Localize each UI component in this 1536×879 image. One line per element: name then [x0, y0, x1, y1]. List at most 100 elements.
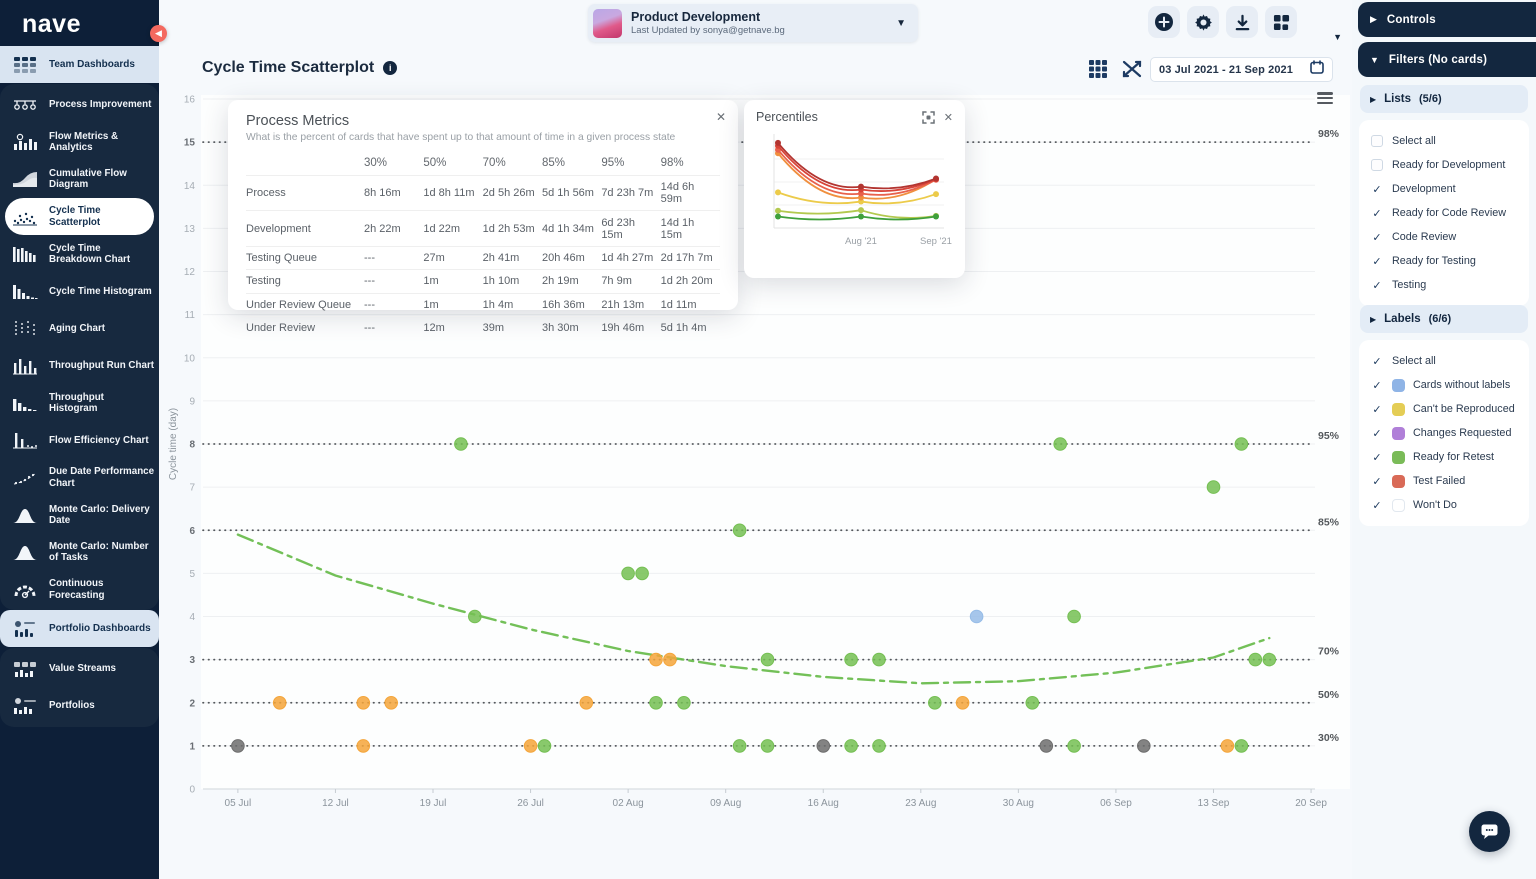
scatter-point[interactable] — [872, 652, 886, 667]
checkbox-unchecked[interactable] — [1371, 135, 1383, 147]
checkbox-checked-icon[interactable]: ✓ — [1370, 355, 1384, 368]
sidebar-item-value-streams[interactable]: Value Streams — [0, 650, 159, 687]
sidebar-item-process-improvement[interactable]: Process Improvement — [0, 86, 159, 123]
checkbox-checked-icon[interactable]: ✓ — [1370, 475, 1384, 488]
filter-option-select-all[interactable]: ✓ Select all — [1370, 349, 1518, 373]
checkbox-checked-icon[interactable]: ✓ — [1370, 427, 1384, 440]
close-icon[interactable]: ✕ — [944, 111, 953, 124]
scatter-point[interactable] — [760, 652, 775, 667]
chart-menu-icon[interactable] — [1317, 90, 1333, 106]
sidebar-item-continuous-forecasting[interactable]: Continuous Forecasting — [0, 571, 159, 608]
sidebar-item-flow-metrics-analytics[interactable]: Flow Metrics & Analytics — [0, 123, 159, 160]
sidebar-item-aging-chart[interactable]: Aging Chart — [0, 310, 159, 347]
scatter-point[interactable] — [1039, 739, 1054, 753]
sidebar-item-monte-carlo-number-of-tasks[interactable]: Monte Carlo: Number of Tasks — [0, 534, 159, 571]
scatter-point[interactable] — [1248, 652, 1263, 667]
scatter-point[interactable] — [1206, 480, 1221, 494]
scatter-point[interactable] — [663, 652, 677, 667]
scatter-point[interactable] — [649, 652, 663, 667]
scatter-point[interactable] — [732, 523, 747, 538]
scatter-point[interactable] — [1220, 739, 1235, 753]
scatter-point[interactable] — [1234, 739, 1249, 753]
filter-option-testing[interactable]: ✓ Testing — [1370, 273, 1518, 297]
filter-option-development[interactable]: ✓ Development — [1370, 177, 1518, 201]
sidebar-section-portfolio-dashboards[interactable]: Portfolio Dashboards — [0, 610, 159, 647]
checkbox-checked-icon[interactable]: ✓ — [1370, 255, 1384, 268]
expand-icon[interactable] — [922, 110, 935, 124]
scatter-point[interactable] — [844, 739, 858, 753]
scatter-point[interactable] — [1262, 652, 1277, 667]
filter-option-won-t-do[interactable]: ✓ Won't Do — [1370, 493, 1518, 517]
date-range-picker[interactable]: 03 Jul 2021 - 21 Sep 2021 — [1150, 57, 1333, 82]
scatter-point[interactable] — [1234, 437, 1249, 451]
scatter-point[interactable] — [231, 739, 245, 753]
filter-option-select-all[interactable]: Select all — [1370, 129, 1518, 153]
scatter-point[interactable] — [523, 739, 538, 753]
sidebar-item-flow-efficiency-chart[interactable]: Flow Efficiency Chart — [0, 422, 159, 459]
scatter-point[interactable] — [732, 739, 747, 753]
checkbox-checked-icon[interactable]: ✓ — [1370, 379, 1384, 392]
scatter-point[interactable] — [272, 696, 287, 710]
sidebar-item-monte-carlo-delivery-date[interactable]: Monte Carlo: Delivery Date — [0, 496, 159, 533]
download-button[interactable] — [1226, 6, 1258, 38]
user-avatar[interactable]: ▼ — [1304, 7, 1342, 42]
filters-panel-toggle[interactable]: ▼ Filters (No cards) — [1358, 42, 1536, 77]
sidebar-item-cycle-time-breakdown-chart[interactable]: Cycle Time Breakdown Chart — [0, 235, 159, 272]
sidebar-item-cycle-time-histogram[interactable]: Cycle Time Histogram — [0, 272, 159, 309]
scatter-point[interactable] — [621, 566, 635, 581]
settings-gear-button[interactable] — [1187, 6, 1219, 38]
scatter-point[interactable] — [1137, 739, 1151, 753]
filter-option-cards-without-labels[interactable]: ✓ Cards without labels — [1370, 373, 1518, 397]
scatter-point[interactable] — [454, 437, 468, 451]
sidebar-item-due-date-performance-chart[interactable]: Due Date Performance Chart — [0, 459, 159, 496]
scatter-point[interactable] — [955, 696, 970, 710]
controls-panel-toggle[interactable]: ▶ Controls — [1358, 2, 1536, 37]
scatter-point[interactable] — [537, 739, 552, 753]
scatter-point[interactable] — [649, 696, 663, 710]
scatter-point[interactable] — [872, 739, 886, 753]
lists-section-toggle[interactable]: ▶ Lists (5/6) — [1360, 85, 1528, 113]
scatter-point[interactable] — [356, 696, 371, 710]
sidebar-item-throughput-histogram[interactable]: Throughput Histogram — [0, 384, 159, 421]
info-icon[interactable]: i — [383, 61, 398, 75]
labels-section-toggle[interactable]: ▶ Labels (6/6) — [1360, 305, 1528, 333]
scatter-point[interactable] — [635, 566, 649, 581]
sidebar-item-throughput-run-chart[interactable]: Throughput Run Chart — [0, 347, 159, 384]
scatter-point[interactable] — [844, 652, 858, 667]
scatter-point[interactable] — [816, 739, 831, 753]
apps-grid-button[interactable] — [1265, 6, 1297, 38]
filter-option-code-review[interactable]: ✓ Code Review — [1370, 225, 1518, 249]
sidebar-collapse-button[interactable]: ◀ — [150, 25, 167, 42]
scatter-point[interactable] — [760, 739, 775, 753]
checkbox-unchecked[interactable] — [1371, 159, 1383, 171]
sidebar-section-team-dashboards[interactable]: Team Dashboards — [0, 46, 159, 83]
checkbox-checked-icon[interactable]: ✓ — [1370, 279, 1384, 292]
sidebar-item-portfolios[interactable]: Portfolios — [0, 687, 159, 724]
scatter-point[interactable] — [677, 696, 691, 710]
checkbox-checked-icon[interactable]: ✓ — [1370, 231, 1384, 244]
scatter-point[interactable] — [1025, 696, 1040, 710]
board-selector[interactable]: Product Development Last Updated by sony… — [588, 4, 918, 42]
scatter-point[interactable] — [384, 696, 398, 710]
scatter-point[interactable] — [1067, 609, 1081, 624]
filter-option-can-t-be-reproduced[interactable]: ✓ Can't be Reproduced — [1370, 397, 1518, 421]
scatter-point[interactable] — [928, 696, 942, 710]
filter-option-changes-requested[interactable]: ✓ Changes Requested — [1370, 421, 1518, 445]
sidebar-item-cumulative-flow-diagram[interactable]: Cumulative Flow Diagram — [0, 161, 159, 198]
checkbox-checked-icon[interactable]: ✓ — [1370, 183, 1384, 196]
filter-option-test-failed[interactable]: ✓ Test Failed — [1370, 469, 1518, 493]
filter-option-ready-for-testing[interactable]: ✓ Ready for Testing — [1370, 249, 1518, 273]
chat-button[interactable] — [1469, 811, 1510, 852]
checkbox-checked-icon[interactable]: ✓ — [1370, 403, 1384, 416]
checkbox-checked-icon[interactable]: ✓ — [1370, 451, 1384, 464]
scatter-point[interactable] — [1067, 739, 1081, 753]
filter-option-ready-for-code-review[interactable]: ✓ Ready for Code Review — [1370, 201, 1518, 225]
checkbox-checked-icon[interactable]: ✓ — [1370, 207, 1384, 220]
close-icon[interactable]: ✕ — [716, 110, 726, 124]
add-button[interactable] — [1148, 6, 1180, 38]
filter-option-ready-for-retest[interactable]: ✓ Ready for Retest — [1370, 445, 1518, 469]
scatter-view-icon[interactable] — [1121, 58, 1143, 80]
table-view-icon[interactable] — [1087, 58, 1109, 80]
filter-option-ready-for-development[interactable]: Ready for Development — [1370, 153, 1518, 177]
sidebar-item-cycle-time-scatterplot[interactable]: Cycle Time Scatterplot — [5, 197, 154, 236]
